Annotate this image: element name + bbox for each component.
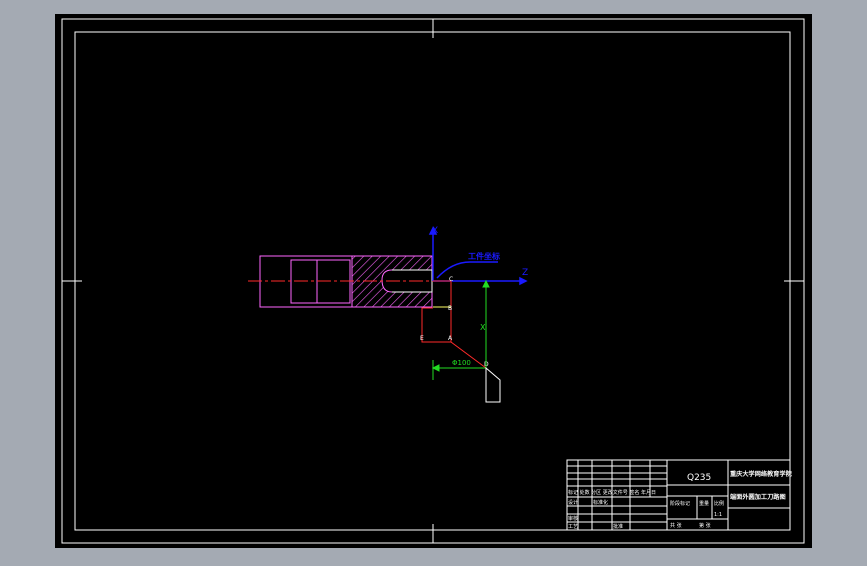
svg-text:批准: 批准	[613, 523, 623, 530]
svg-text:第 张: 第 张	[699, 522, 711, 529]
title-drawing-name: 端面外圆加工刀路图	[730, 493, 786, 501]
svg-text:标记 处数 分区 更改文件号 签名 年月日: 标记 处数 分区 更改文件号 签名 年月日	[568, 489, 656, 496]
svg-text:B: B	[448, 305, 452, 312]
svg-text:审核: 审核	[568, 515, 578, 522]
svg-text:1:1: 1:1	[714, 512, 722, 518]
title-material: Q235	[687, 473, 711, 483]
coordinate-leader-label: 工件坐标	[468, 251, 500, 261]
svg-text:C: C	[449, 276, 453, 283]
svg-text:E: E	[420, 335, 424, 342]
svg-text:工艺: 工艺	[568, 524, 578, 530]
dim-horizontal: Φ100	[452, 359, 471, 367]
dim-vertical: X	[480, 323, 486, 332]
svg-text:阶段标记: 阶段标记	[670, 500, 690, 507]
svg-text:共 张: 共 张	[670, 522, 682, 529]
svg-text:设计: 设计	[568, 499, 578, 506]
svg-text:比例: 比例	[714, 500, 724, 507]
svg-text:重量: 重量	[699, 500, 709, 507]
cad-viewport[interactable]: Z X 工件坐标 C B A E D X Φ100	[0, 0, 867, 562]
svg-text:标准化: 标准化	[593, 499, 608, 506]
axis-x-label: X	[432, 226, 438, 236]
title-school: 重庆大学网络教育学院	[730, 470, 793, 478]
axis-z-label: Z	[522, 268, 528, 278]
